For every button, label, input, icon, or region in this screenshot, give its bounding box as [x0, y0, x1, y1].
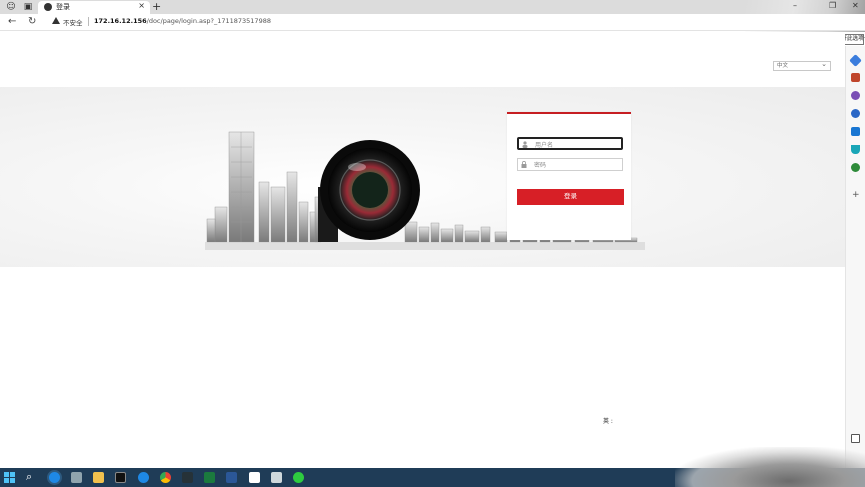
- camera-lens-icon: [318, 140, 420, 242]
- tab-title: 登录: [56, 3, 70, 11]
- people-icon[interactable]: [851, 91, 860, 100]
- taskbar: ⌕: [0, 447, 865, 487]
- new-tab-button[interactable]: +: [152, 0, 161, 13]
- desktop-wallpaper-fragment: [675, 447, 865, 487]
- window-controls: – ❐ ✕: [745, 0, 865, 14]
- restore-icon[interactable]: ❐: [829, 1, 836, 10]
- edge-sidebar: +: [845, 46, 865, 468]
- login-button[interactable]: 登录: [517, 189, 624, 205]
- browser-tab[interactable]: 登录 ×: [38, 1, 150, 14]
- app-icon[interactable]: [182, 472, 193, 483]
- chrome-icon[interactable]: [160, 472, 171, 483]
- language-select[interactable]: 中文: [773, 60, 831, 71]
- word-icon[interactable]: [226, 472, 237, 483]
- close-window-icon[interactable]: ✕: [852, 1, 859, 10]
- ie-icon[interactable]: [138, 472, 149, 483]
- toolbox-icon[interactable]: [851, 73, 860, 82]
- minimize-icon[interactable]: –: [793, 1, 797, 10]
- screen-icon[interactable]: [851, 434, 860, 443]
- url-path: /doc/page/login.asp?_1711873517988: [146, 17, 271, 25]
- lock-icon: [521, 161, 527, 168]
- app-icon[interactable]: [271, 472, 282, 483]
- shopping-icon[interactable]: [851, 145, 860, 154]
- login-page: 中文 ⌄ 用户名 密码 登录 英:: [0, 32, 845, 468]
- address-bar: ← ↻ 不安全 172.16.12.156/doc/page/login.asp…: [0, 14, 865, 31]
- warning-icon[interactable]: [52, 17, 60, 24]
- games-icon[interactable]: [851, 109, 860, 118]
- start-icon[interactable]: [4, 472, 15, 483]
- search-icon[interactable]: ⌕: [26, 470, 32, 484]
- app-icon[interactable]: [249, 472, 260, 483]
- insecure-label[interactable]: 不安全: [63, 17, 83, 27]
- skyline-reflection: [205, 242, 645, 250]
- login-panel: 用户名 密码 登录: [507, 112, 631, 240]
- tab-favicon-icon: [44, 3, 52, 11]
- edge-active-icon[interactable]: [49, 472, 60, 483]
- outlook-icon[interactable]: [851, 127, 860, 136]
- tab-close-icon[interactable]: ×: [138, 1, 145, 10]
- refresh-icon[interactable]: ↻: [28, 16, 36, 27]
- url-host: 172.16.12.156: [94, 17, 147, 25]
- add-sidebar-icon[interactable]: +: [852, 190, 860, 200]
- username-placeholder: 用户名: [535, 142, 554, 149]
- excel-icon[interactable]: [204, 472, 215, 483]
- password-field[interactable]: 密码: [517, 158, 623, 171]
- url-field[interactable]: 172.16.12.156/doc/page/login.asp?_171187…: [94, 17, 271, 25]
- wechat-icon[interactable]: [293, 472, 304, 483]
- address-separator: [88, 17, 89, 26]
- file-explorer-icon[interactable]: [93, 472, 104, 483]
- app-icon[interactable]: [71, 472, 82, 483]
- tree-icon[interactable]: [851, 163, 860, 172]
- profile-icon[interactable]: ☺: [5, 1, 17, 13]
- ime-indicator[interactable]: 英 :: [603, 417, 623, 427]
- tab-actions-icon[interactable]: ▣: [22, 1, 34, 13]
- back-icon[interactable]: ←: [8, 16, 16, 27]
- terminal-icon[interactable]: [115, 472, 126, 483]
- tag-icon[interactable]: [849, 54, 862, 67]
- password-placeholder: 密码: [534, 162, 547, 169]
- browser-tab-strip: ☺ ▣ 登录 × +: [0, 0, 865, 14]
- username-field[interactable]: 用户名: [517, 137, 623, 150]
- user-icon: [522, 141, 528, 148]
